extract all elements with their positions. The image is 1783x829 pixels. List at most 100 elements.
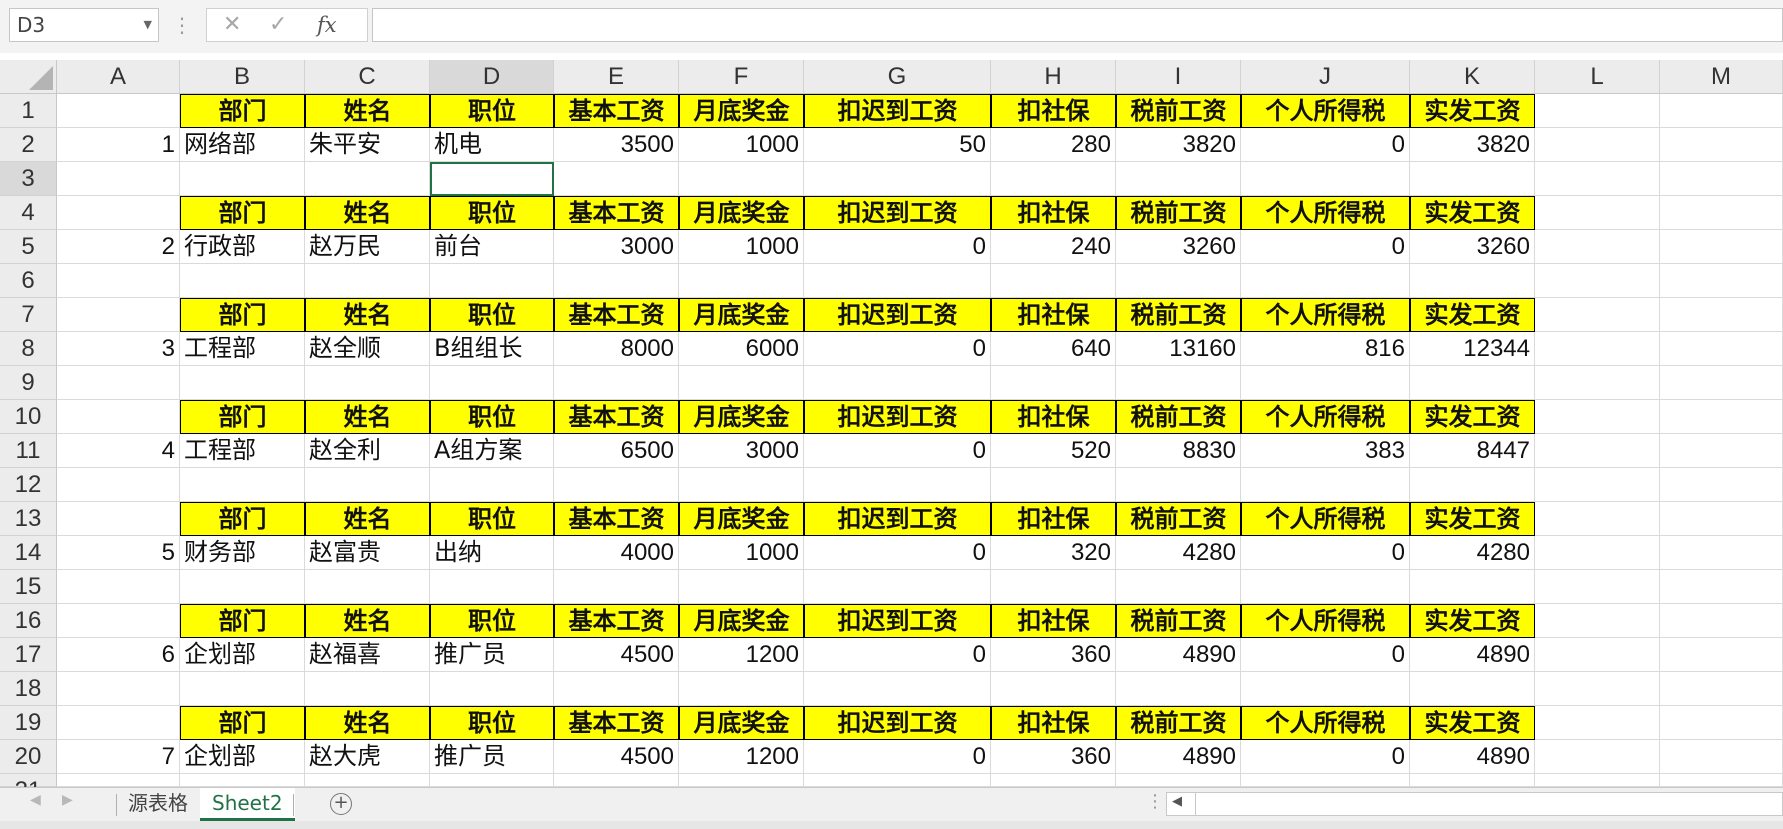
- cell[interactable]: [1660, 94, 1783, 128]
- record-late-cell[interactable]: 0: [804, 740, 991, 774]
- cell[interactable]: [1410, 570, 1535, 604]
- cell[interactable]: [1660, 536, 1783, 570]
- column-header-d[interactable]: D: [430, 60, 554, 94]
- cell[interactable]: [1535, 196, 1660, 230]
- cell[interactable]: [305, 366, 430, 400]
- cell[interactable]: [430, 366, 554, 400]
- cell[interactable]: [1535, 230, 1660, 264]
- cell[interactable]: [1116, 366, 1241, 400]
- cell[interactable]: [1535, 366, 1660, 400]
- record-pos-cell[interactable]: A组方案: [430, 434, 554, 468]
- cell[interactable]: [1116, 774, 1241, 787]
- cell[interactable]: [679, 774, 804, 787]
- header-cell[interactable]: 职位: [430, 604, 554, 638]
- record-ss-cell[interactable]: 640: [991, 332, 1116, 366]
- cell[interactable]: [57, 94, 180, 128]
- record-bonus-cell[interactable]: 1000: [679, 536, 804, 570]
- header-cell[interactable]: 扣社保: [991, 502, 1116, 536]
- header-cell[interactable]: 个人所得税: [1241, 400, 1410, 434]
- cell[interactable]: [1535, 264, 1660, 298]
- cell[interactable]: [1660, 638, 1783, 672]
- row-header-3[interactable]: 3: [0, 162, 57, 196]
- header-cell[interactable]: 基本工资: [554, 298, 679, 332]
- header-cell[interactable]: 扣社保: [991, 298, 1116, 332]
- cell[interactable]: [554, 774, 679, 787]
- row-header-13[interactable]: 13: [0, 502, 57, 536]
- cell[interactable]: [1535, 162, 1660, 196]
- header-cell[interactable]: 个人所得税: [1241, 196, 1410, 230]
- cell[interactable]: [1241, 162, 1410, 196]
- record-name-cell[interactable]: 赵大虎: [305, 740, 430, 774]
- header-cell[interactable]: 基本工资: [554, 196, 679, 230]
- record-name-cell[interactable]: 赵富贵: [305, 536, 430, 570]
- record-base-cell[interactable]: 3000: [554, 230, 679, 264]
- record-net-cell[interactable]: 4890: [1410, 638, 1535, 672]
- cell[interactable]: [180, 366, 305, 400]
- cell[interactable]: [1241, 264, 1410, 298]
- cell[interactable]: [1660, 604, 1783, 638]
- header-cell[interactable]: 税前工资: [1116, 298, 1241, 332]
- cell[interactable]: [1660, 298, 1783, 332]
- tab-scroll-left-icon[interactable]: ◀: [30, 792, 41, 808]
- cell[interactable]: [57, 672, 180, 706]
- header-cell[interactable]: 部门: [180, 196, 305, 230]
- header-cell[interactable]: 扣社保: [991, 196, 1116, 230]
- row-header-1[interactable]: 1: [0, 94, 57, 128]
- record-base-cell[interactable]: 6500: [554, 434, 679, 468]
- row-header-4[interactable]: 4: [0, 196, 57, 230]
- header-cell[interactable]: 月底奖金: [679, 298, 804, 332]
- header-cell[interactable]: 扣迟到工资: [804, 706, 991, 740]
- cell[interactable]: [1535, 672, 1660, 706]
- cell[interactable]: [1116, 162, 1241, 196]
- header-cell[interactable]: 部门: [180, 94, 305, 128]
- cell[interactable]: [1535, 570, 1660, 604]
- column-header-c[interactable]: C: [305, 60, 430, 94]
- cell[interactable]: [1535, 502, 1660, 536]
- header-cell[interactable]: 个人所得税: [1241, 94, 1410, 128]
- record-bonus-cell[interactable]: 3000: [679, 434, 804, 468]
- header-cell[interactable]: 扣迟到工资: [804, 196, 991, 230]
- cell[interactable]: [305, 672, 430, 706]
- column-header-a[interactable]: A: [57, 60, 180, 94]
- cell[interactable]: [1116, 672, 1241, 706]
- header-cell[interactable]: 扣社保: [991, 400, 1116, 434]
- cell[interactable]: [679, 366, 804, 400]
- record-ss-cell[interactable]: 520: [991, 434, 1116, 468]
- header-cell[interactable]: 个人所得税: [1241, 706, 1410, 740]
- header-cell[interactable]: 税前工资: [1116, 604, 1241, 638]
- cell[interactable]: [1535, 706, 1660, 740]
- record-pos-cell[interactable]: 机电: [430, 128, 554, 162]
- record-pos-cell[interactable]: 前台: [430, 230, 554, 264]
- cell[interactable]: [1410, 264, 1535, 298]
- header-cell[interactable]: 扣社保: [991, 94, 1116, 128]
- header-cell[interactable]: 职位: [430, 400, 554, 434]
- header-cell[interactable]: 职位: [430, 706, 554, 740]
- cell[interactable]: [554, 264, 679, 298]
- header-cell[interactable]: 部门: [180, 502, 305, 536]
- cell[interactable]: [1535, 434, 1660, 468]
- cell[interactable]: [180, 570, 305, 604]
- record-net-cell[interactable]: 4890: [1410, 740, 1535, 774]
- add-sheet-icon[interactable]: +: [330, 793, 352, 815]
- cell[interactable]: [1660, 264, 1783, 298]
- selected-cell[interactable]: [430, 162, 554, 196]
- header-cell[interactable]: 部门: [180, 604, 305, 638]
- header-cell[interactable]: 月底奖金: [679, 706, 804, 740]
- cell[interactable]: [991, 774, 1116, 787]
- record-net-cell[interactable]: 12344: [1410, 332, 1535, 366]
- row-header-14[interactable]: 14: [0, 536, 57, 570]
- cell[interactable]: [1535, 468, 1660, 502]
- record-ss-cell[interactable]: 320: [991, 536, 1116, 570]
- header-cell[interactable]: 扣迟到工资: [804, 604, 991, 638]
- header-cell[interactable]: 月底奖金: [679, 94, 804, 128]
- header-cell[interactable]: 月底奖金: [679, 400, 804, 434]
- cell[interactable]: [305, 468, 430, 502]
- column-header-k[interactable]: K: [1410, 60, 1535, 94]
- cell[interactable]: [1660, 502, 1783, 536]
- header-cell[interactable]: 扣迟到工资: [804, 94, 991, 128]
- header-cell[interactable]: 实发工资: [1410, 196, 1535, 230]
- cell[interactable]: [430, 570, 554, 604]
- header-cell[interactable]: 部门: [180, 298, 305, 332]
- record-tax-cell[interactable]: 0: [1241, 740, 1410, 774]
- record-late-cell[interactable]: 0: [804, 434, 991, 468]
